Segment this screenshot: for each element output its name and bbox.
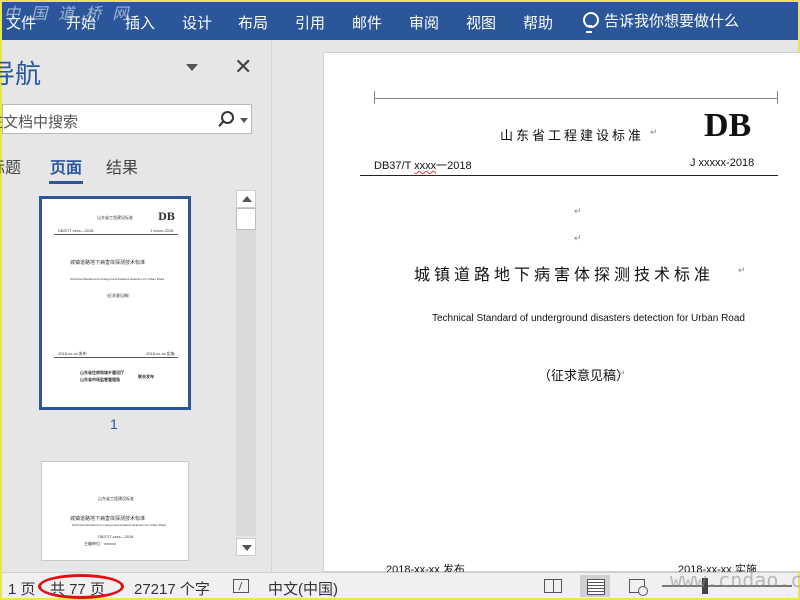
scroll-thumb[interactable] — [236, 208, 256, 230]
page-number-label: 1 — [110, 416, 118, 432]
doc-subtitle: Technical Standard of underground disast… — [432, 313, 745, 324]
tab-pages[interactable]: 页面 — [50, 154, 82, 178]
web-layout-icon[interactable] — [629, 579, 648, 596]
proofing-book-icon[interactable] — [233, 579, 249, 593]
watermark-url: www.cndao.com — [670, 568, 800, 592]
status-word-count[interactable]: 27217 个字 — [134, 578, 210, 599]
tab-results[interactable]: 结果 — [106, 154, 138, 178]
tab-view[interactable]: 视图 — [466, 12, 496, 33]
tell-me-label: 告诉我你想要做什么 — [604, 13, 740, 30]
tab-file[interactable]: 文件 — [6, 12, 36, 33]
doc-rule — [360, 175, 778, 176]
chevron-down-icon[interactable] — [186, 64, 198, 71]
doc-left-id: DB37/T xxxx一2018 — [374, 160, 472, 172]
tab-headings[interactable]: 标题 — [0, 154, 21, 178]
scroll-down-arrow-icon[interactable] — [236, 538, 256, 556]
document-area: 山东省工程建设标准 ↵ DB DB37/T xxxx一2018 J xxxxx-… — [273, 40, 800, 576]
scroll-track[interactable] — [236, 230, 256, 536]
doc-draft-label: （征求意见稿） — [538, 368, 630, 383]
chevron-down-icon[interactable] — [240, 118, 248, 123]
close-icon[interactable]: ✕ — [234, 54, 252, 80]
document-page[interactable]: 山东省工程建设标准 ↵ DB DB37/T xxxx一2018 J xxxxx-… — [323, 52, 800, 576]
thumb-issuer-2: 山东省市场监督管理局 — [80, 377, 120, 382]
search-input[interactable]: 在文档中搜索 — [0, 104, 252, 134]
header-line — [374, 98, 777, 99]
thumb-rule — [54, 234, 178, 235]
thumb2-header: 山东省工程建设标准 — [98, 496, 134, 501]
header-corner-right — [777, 91, 778, 104]
active-tab-indicator — [49, 181, 83, 184]
paragraph-mark: ↵ — [650, 127, 658, 137]
navigation-pane: 导航 ✕ 在文档中搜索 标题 页面 结果 山东省工程建设标准 DB DB37/T… — [0, 40, 272, 572]
page-thumbnail-1[interactable]: 山东省工程建设标准 DB DB37/T xxxx—2018 J xxxxx-20… — [39, 196, 191, 410]
paragraph-mark: ↵ — [574, 233, 582, 243]
print-layout-icon[interactable] — [580, 575, 610, 597]
search-placeholder: 在文档中搜索 — [0, 114, 79, 131]
paragraph-mark: ↵ — [574, 206, 582, 216]
thumb-rule-bottom — [54, 357, 178, 358]
thumb-left-id: DB37/T xxxx—2018 — [58, 228, 94, 233]
thumb-code: DB — [158, 212, 176, 223]
thumb-right-id: J xxxxx-2018 — [150, 228, 174, 233]
tab-mailings[interactable]: 邮件 — [352, 12, 382, 33]
tab-review[interactable]: 审阅 — [409, 12, 439, 33]
status-language[interactable]: 中文(中国) — [268, 578, 338, 599]
thumb-subtitle: Technical Standard of underground disast… — [70, 277, 164, 281]
thumbnail-scrollbar[interactable] — [236, 190, 256, 556]
tab-help[interactable]: 帮助 — [523, 12, 553, 33]
scroll-up-arrow-icon[interactable] — [236, 190, 256, 208]
doc-code: DB — [704, 107, 752, 144]
highlight-ellipse — [38, 574, 124, 599]
tab-layout[interactable]: 布局 — [238, 12, 268, 33]
paragraph-mark: ↵ — [618, 368, 626, 378]
tab-design[interactable]: 设计 — [182, 12, 212, 33]
thumb2-id: DB37/T xxxx—2018 — [98, 534, 134, 539]
thumb-title: 城镇道路地下病害体探测技术标准 — [70, 260, 146, 266]
page-thumbnail-2[interactable]: 山东省工程建设标准 城镇道路地下病害体探测技术标准 Technical Stan… — [41, 461, 189, 561]
doc-right-id: J xxxxx-2018 — [690, 157, 755, 169]
paragraph-mark: ↵ — [738, 265, 746, 275]
doc-header: 山东省工程建设标准 — [500, 128, 645, 143]
thumb2-title: 城镇道路地下病害体探测技术标准 — [70, 516, 146, 522]
status-page[interactable]: 1 页 — [8, 578, 36, 599]
thumb-header: 山东省工程建设标准 — [97, 215, 133, 220]
lightbulb-icon — [582, 11, 599, 33]
search-icon[interactable] — [218, 111, 234, 127]
read-mode-icon[interactable] — [544, 579, 562, 593]
thumb2-subtitle: Technical Standard of underground disast… — [72, 523, 166, 527]
ribbon-tab-bar: 中 国 道 桥 网 文件 开始 插入 设计 布局 引用 邮件 审阅 视图 帮助 … — [2, 2, 798, 40]
doc-title: 城镇道路地下病害体探测技术标准 — [414, 267, 715, 284]
thumb-draft: （征求意见稿） — [104, 293, 132, 298]
thumb-issuer-tail: 联合发布 — [138, 374, 154, 379]
tab-references[interactable]: 引用 — [295, 12, 325, 33]
tell-me-box[interactable]: 告诉我你想要做什么 — [582, 10, 740, 33]
thumb-issuer-1: 山东省住房和城乡建设厅 — [80, 370, 124, 375]
nav-pane-title: 导航 — [0, 59, 42, 89]
tab-home[interactable]: 开始 — [66, 12, 96, 33]
thumb2-line: 主编单位：xxxxxx — [84, 541, 116, 546]
tab-insert[interactable]: 插入 — [125, 12, 155, 33]
